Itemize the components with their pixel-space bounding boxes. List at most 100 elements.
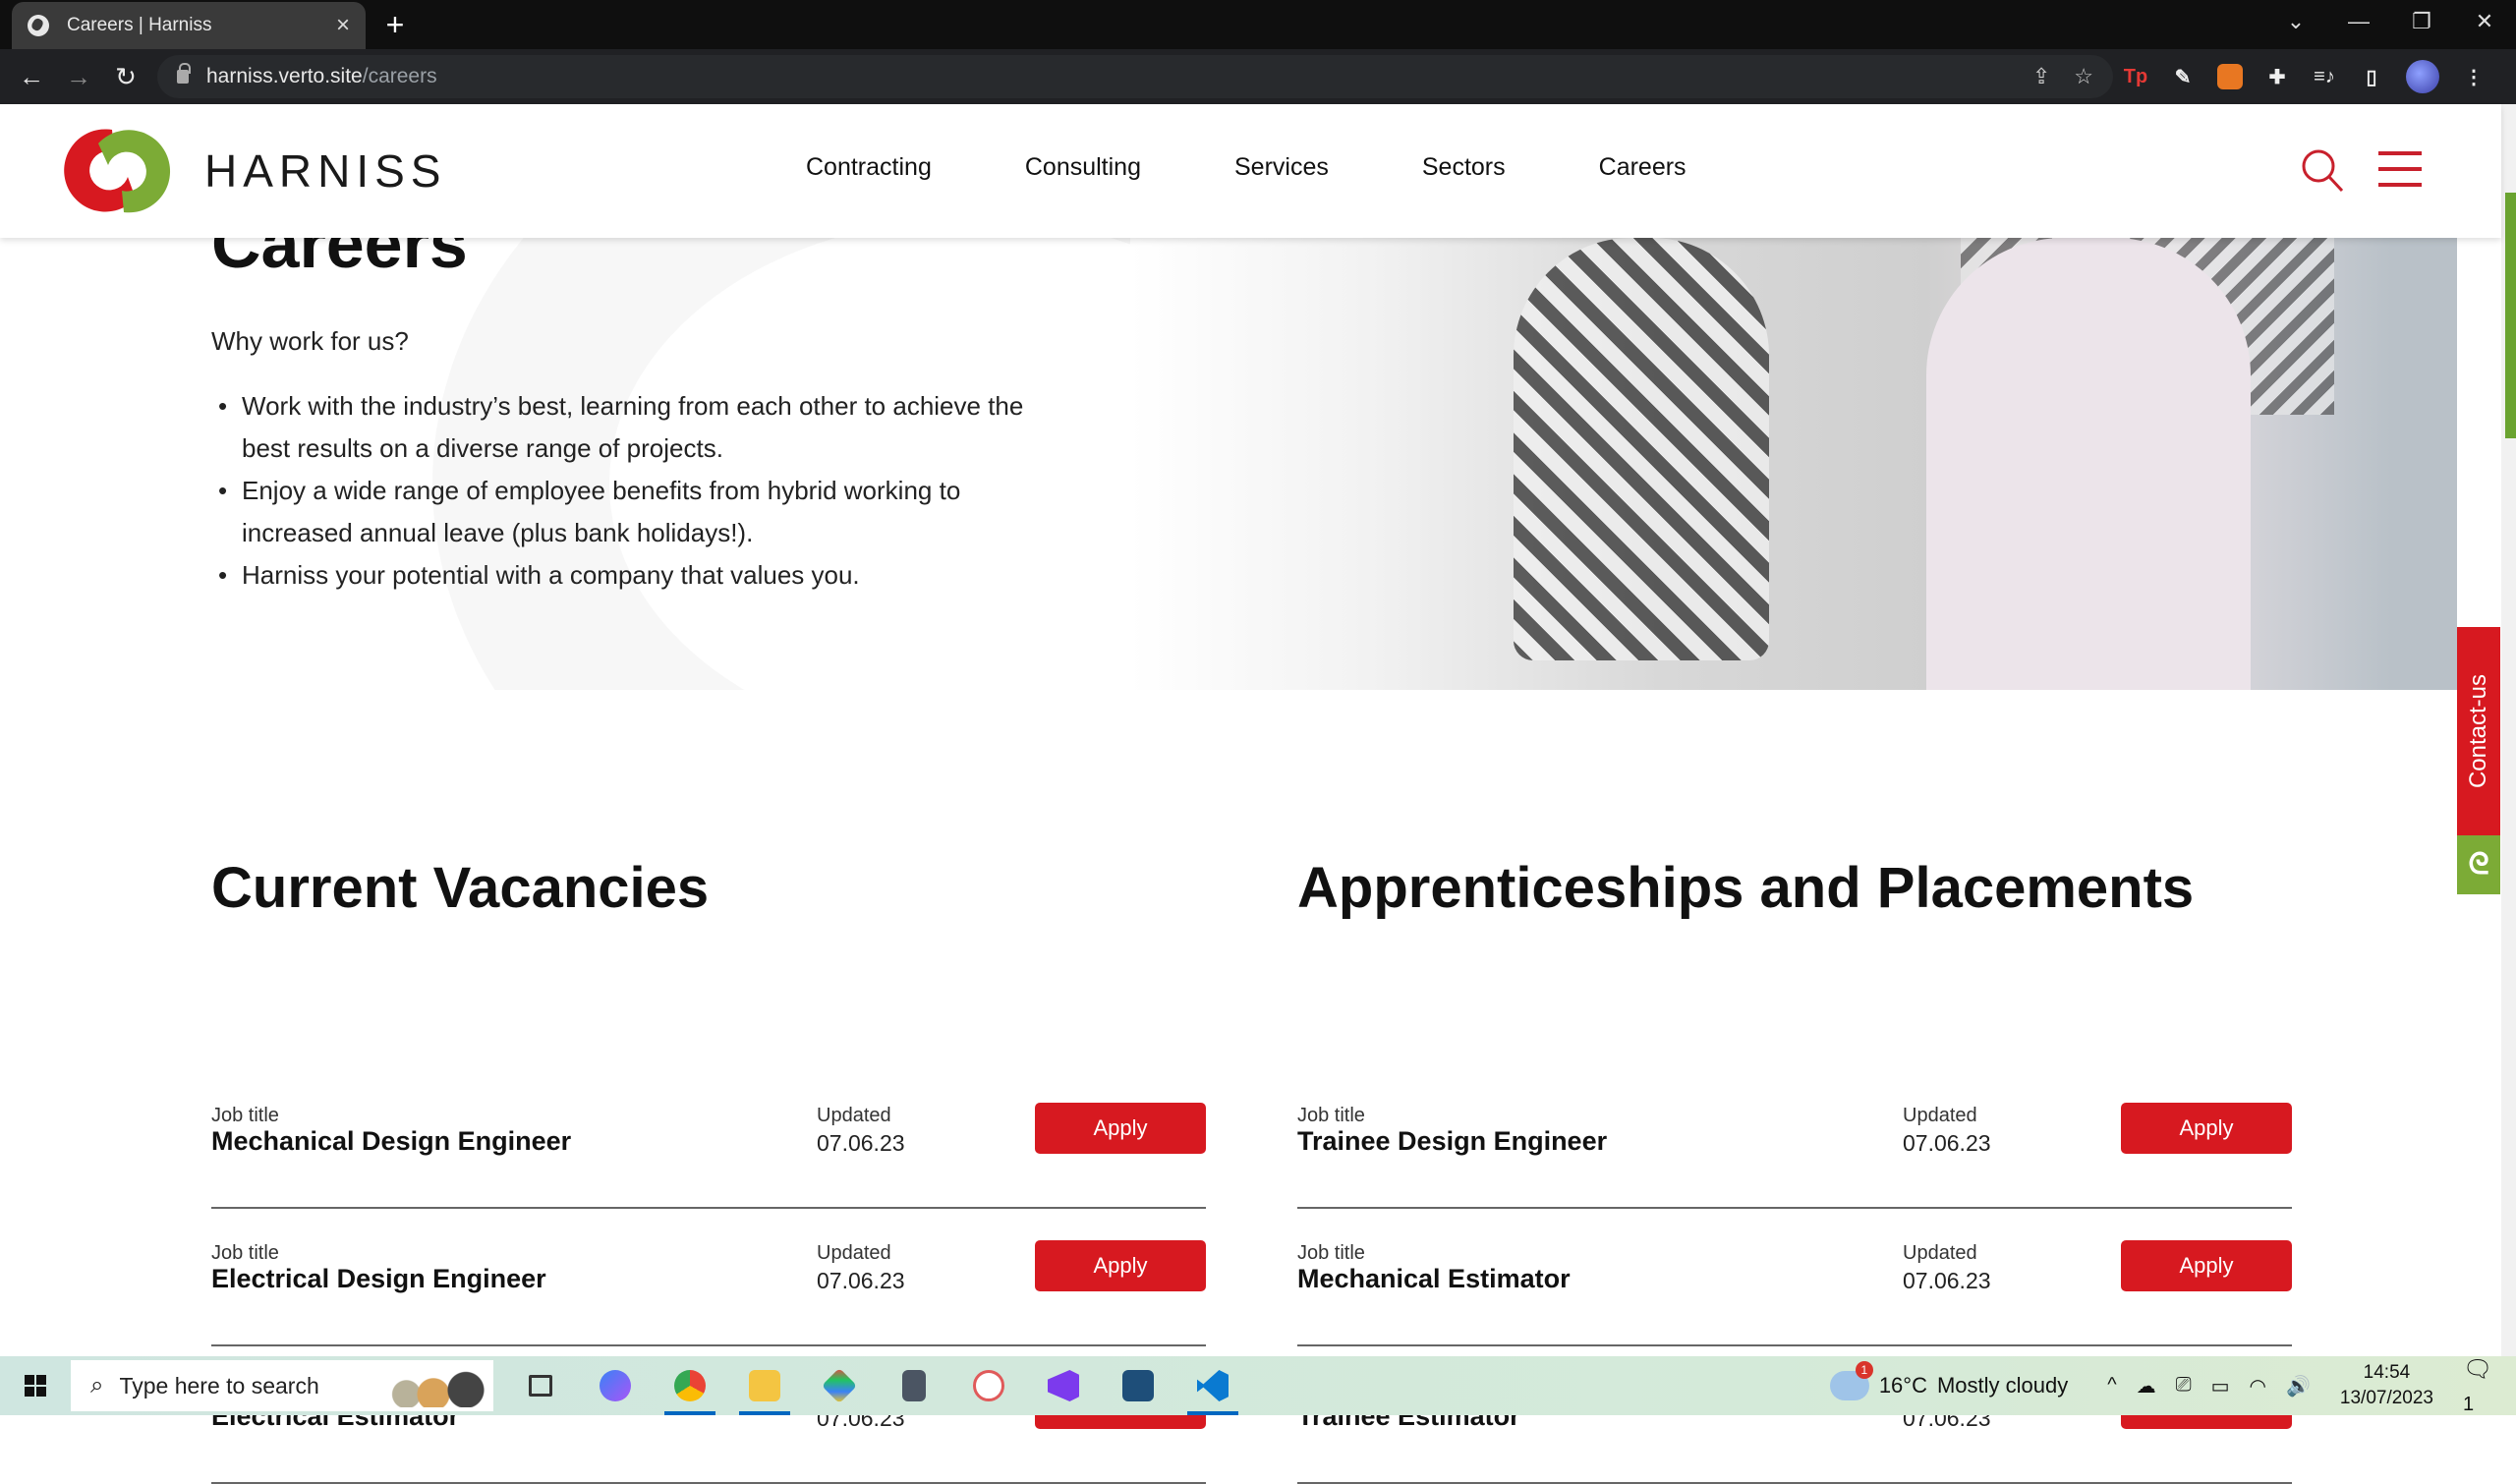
careers-hero: Careers Why work for us? Work with the i… [0,238,2501,690]
browser-menu-icon[interactable]: ⋮ [2461,64,2487,89]
updated-label: Updated [817,1105,891,1126]
address-bar[interactable]: harniss.verto.site/careers ⇪ ☆ [157,55,2113,98]
brand-wordmark: HARNISS [204,145,447,197]
job-title: Trainee Design Engineer [1297,1126,1608,1156]
nav-consulting[interactable]: Consulting [1025,153,1141,182]
back-button[interactable]: ← [8,62,55,92]
profile-avatar[interactable] [2406,60,2439,93]
benefit-item: Enjoy a wide range of employee benefits … [218,470,1063,554]
vacancies-heading: Current Vacancies [211,856,710,920]
apply-button[interactable]: Apply [2121,1103,2292,1154]
tab-search-icon[interactable]: ⌄ [2264,0,2327,43]
reload-button[interactable]: ↻ [102,62,149,92]
visual-studio-icon[interactable] [1026,1356,1101,1415]
new-tab-button[interactable]: + [377,8,413,43]
job-title-label: Job title [1297,1105,1365,1126]
share-icon[interactable]: ⇪ [2032,64,2050,89]
contact-us-label: Contact-us [2465,673,2491,789]
url-path: /careers [362,65,437,87]
updated-date: 07.06.23 [817,1130,905,1156]
copilot-icon[interactable] [578,1356,653,1415]
weather-badge: 1 [1855,1361,1873,1379]
updated-date: 07.06.23 [1903,1130,1991,1156]
search-placeholder: Type here to search [119,1372,319,1398]
search-icon[interactable] [2300,147,2345,193]
metamask-extension-icon[interactable] [2217,64,2243,89]
weather-text: Mostly cloudy [1936,1373,2069,1398]
benefit-item: Work with the industry’s best, learning … [218,385,1063,470]
photo-person-woman [1514,238,1769,660]
page-scrollbar[interactable] [2501,104,2516,1356]
clock-date: 13/07/2023 [2339,1388,2433,1408]
apprenticeship-row: Job title Mechanical Estimator Updated 0… [1297,1209,2292,1346]
calculator-icon[interactable] [877,1356,951,1415]
snipping-tool-icon[interactable] [951,1356,1026,1415]
page-title: Careers [211,238,468,282]
restore-button[interactable]: ❐ [2390,0,2453,43]
job-title: Electrical Design Engineer [211,1264,546,1293]
forward-button[interactable]: → [55,62,102,92]
nav-careers[interactable]: Careers [1599,153,1687,182]
extensions-puzzle-icon[interactable]: ✚ [2264,64,2290,89]
color-picker-extension-icon[interactable]: ✎ [2170,64,2196,89]
notification-icon: 🗨 [2463,1356,2493,1384]
browser-tab-active[interactable]: Careers | Harniss × [12,2,366,49]
windows-logo-icon [25,1375,46,1397]
hero-subtitle: Why work for us? [211,326,409,356]
app-gem-icon[interactable] [802,1356,877,1415]
media-control-icon[interactable]: ≡♪ [2312,64,2337,89]
bookmark-star-icon[interactable]: ☆ [2074,64,2093,89]
wifi-icon[interactable]: ◠ [2250,1374,2266,1398]
vscode-icon[interactable] [1175,1356,1250,1415]
nav-services[interactable]: Services [1234,153,1329,182]
chrome-icon[interactable] [653,1356,727,1415]
harniss-logo[interactable]: HARNISS [51,126,446,216]
contact-us-tab[interactable]: Contact-us [2457,627,2500,835]
nav-contracting[interactable]: Contracting [806,153,932,182]
camera-icon[interactable]: ⎚ [2176,1374,2192,1398]
system-tray: 1 16°C Mostly cloudy ^ ☁ ⎚ ▭ ◠ 🔊 14:54 1… [1829,1355,2516,1416]
scrollbar-thumb[interactable] [2505,193,2516,438]
lock-icon[interactable] [177,63,191,84]
taskbar-search[interactable]: ⌕ Type here to search [71,1360,493,1411]
search-highlight-image [379,1364,487,1407]
benefit-item: Harniss your potential with a company th… [218,554,1063,597]
file-explorer-icon[interactable] [727,1356,802,1415]
onedrive-icon[interactable]: ☁ [2137,1374,2156,1398]
browser-toolbar: ← → ↻ harniss.verto.site/careers ⇪ ☆ Tp … [0,49,2516,104]
nav-sectors[interactable]: Sectors [1422,153,1506,182]
battery-icon[interactable]: ▭ [2211,1374,2230,1398]
updated-label: Updated [1903,1242,1977,1264]
harniss-mini-logo-icon[interactable]: ᘓ [2457,835,2500,894]
close-window-button[interactable]: ✕ [2453,0,2516,43]
updated-label: Updated [1903,1105,1977,1126]
volume-icon[interactable]: 🔊 [2286,1374,2311,1398]
benefits-list: Work with the industry’s best, learning … [218,385,1063,597]
hamburger-menu-icon[interactable] [2378,151,2422,187]
job-title-label: Job title [211,1105,279,1126]
extensions-area: Tp ✎ ✚ ≡♪ ▯ ⋮ [2123,49,2487,104]
side-panel-icon[interactable]: ▯ [2359,64,2384,89]
notification-center-icon[interactable]: 🗨 1 [2463,1355,2502,1416]
start-button[interactable] [0,1356,71,1415]
tab-title: Careers | Harniss [67,15,212,35]
job-title-label: Job title [1297,1242,1365,1264]
show-hidden-icons-chevron-icon[interactable]: ^ [2107,1374,2116,1398]
search-icon: ⌕ [90,1372,104,1398]
mysql-workbench-icon[interactable] [1101,1356,1175,1415]
apply-button[interactable]: Apply [1035,1103,1206,1154]
minimize-button[interactable]: — [2327,0,2390,43]
site-header: HARNISS Contracting Consulting Services … [0,104,2501,238]
tp-extension-icon[interactable]: Tp [2123,64,2148,89]
weather-widget[interactable]: 1 16°C Mostly cloudy [1829,1361,2069,1400]
taskbar-clock[interactable]: 14:54 13/07/2023 [2340,1360,2433,1411]
apply-button[interactable]: Apply [2121,1240,2292,1291]
updated-date: 07.06.23 [1903,1268,1991,1293]
windows-taskbar: ⌕ Type here to search 1 16°C Mostly clou… [0,1356,2516,1415]
weather-temp: 16°C [1878,1373,1927,1398]
pinned-apps [503,1356,1250,1415]
task-view-icon[interactable] [503,1356,578,1415]
apply-button[interactable]: Apply [1035,1240,1206,1291]
tab-close-icon[interactable]: × [336,12,350,39]
job-title-label: Job title [211,1242,279,1264]
